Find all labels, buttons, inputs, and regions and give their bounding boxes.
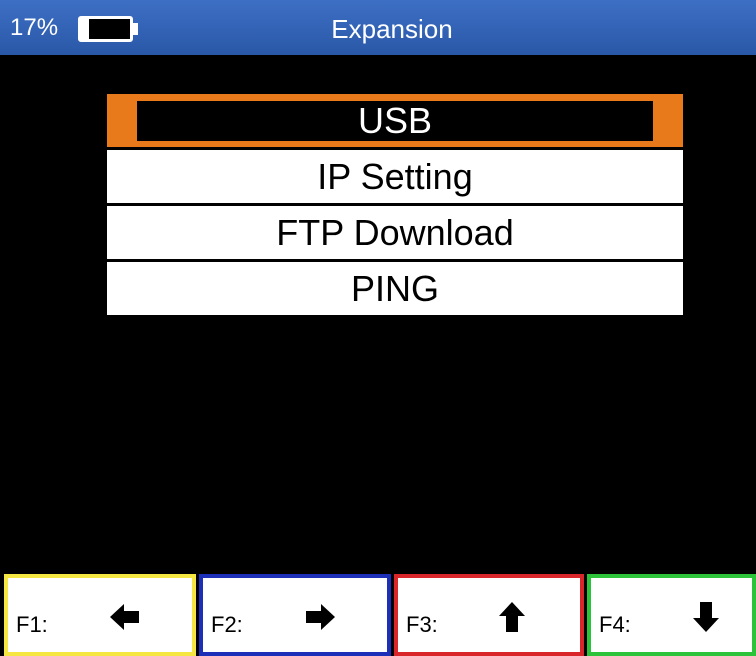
f3-key[interactable]: F3: (394, 574, 584, 656)
f4-key[interactable]: F4: (587, 574, 756, 656)
f1-key[interactable]: F1: (4, 574, 196, 656)
expansion-menu: USB IP Setting FTP Download PING (107, 94, 683, 318)
menu-item-ftp-download[interactable]: FTP Download (107, 206, 683, 262)
arrow-up-icon (499, 602, 525, 632)
arrow-left-icon (110, 604, 139, 630)
f2-label: F2: (211, 612, 243, 637)
menu-item-label: USB (137, 101, 653, 141)
menu-item-usb[interactable]: USB (107, 94, 683, 150)
f3-label: F3: (406, 612, 438, 637)
f1-label: F1: (16, 612, 48, 637)
arrow-down-icon (693, 602, 719, 632)
arrow-right-icon (306, 604, 335, 630)
function-key-bar: F1: F2: F3: F4: (0, 574, 756, 656)
screen-title: Expansion (331, 14, 453, 44)
menu-item-ping[interactable]: PING (107, 262, 683, 318)
title-bar: 17% Expansion (0, 0, 756, 55)
f2-key[interactable]: F2: (199, 574, 391, 656)
menu-item-ip-setting[interactable]: IP Setting (107, 150, 683, 206)
f4-label: F4: (599, 612, 631, 637)
